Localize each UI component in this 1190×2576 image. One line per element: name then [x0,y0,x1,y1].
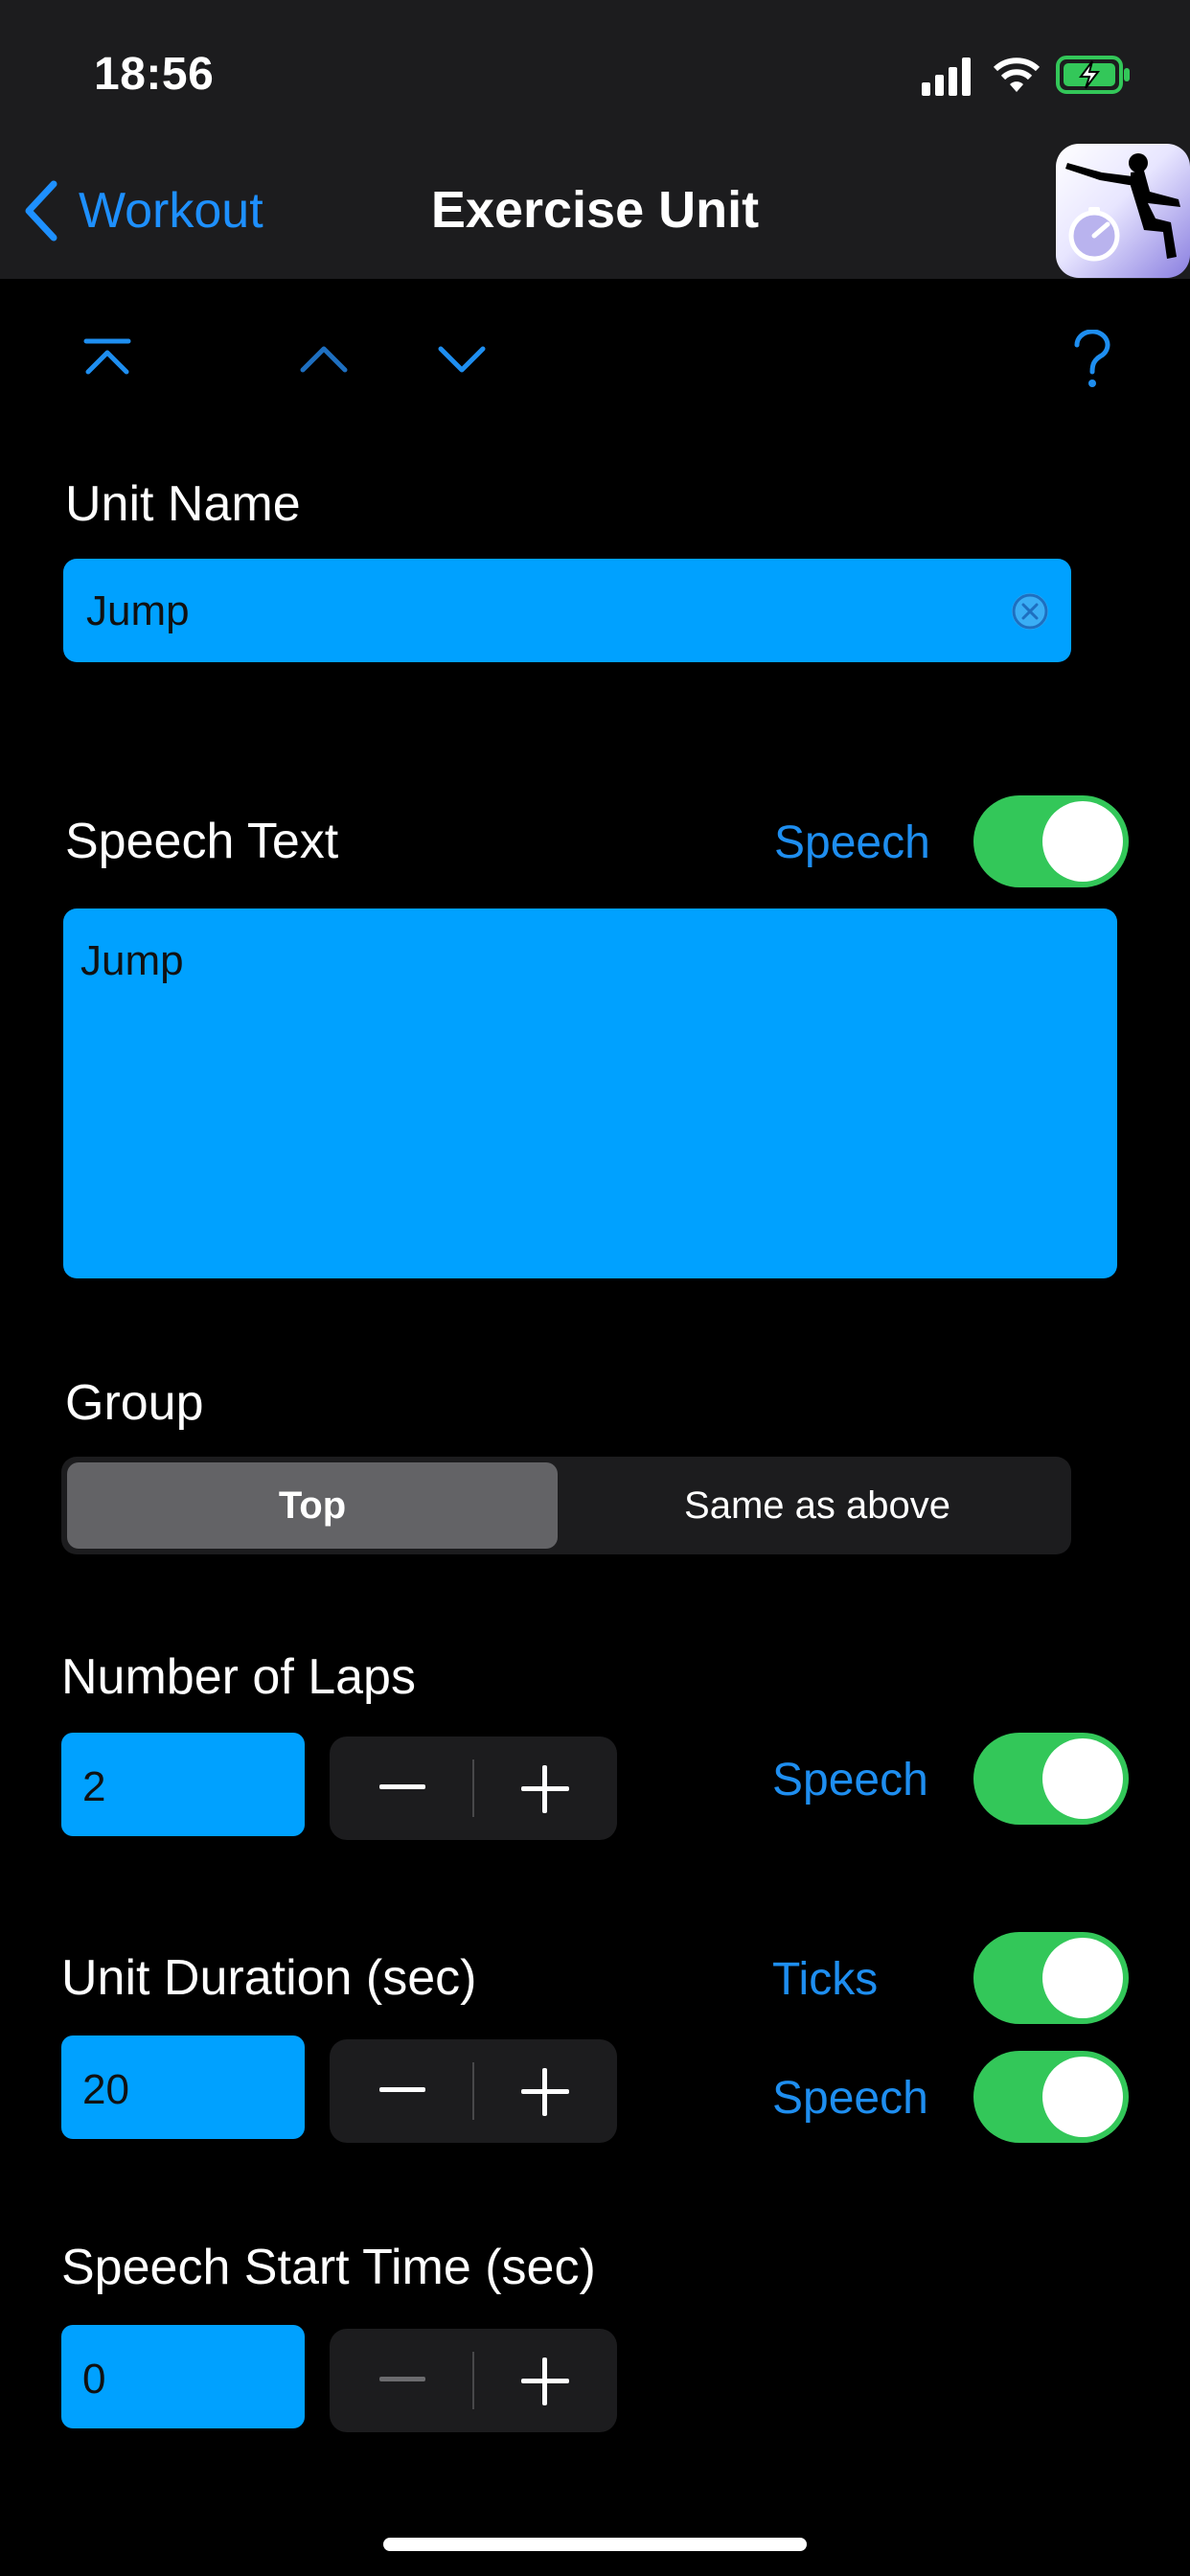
home-indicator[interactable] [383,2538,807,2551]
laps-label: Number of Laps [61,1649,416,1705]
speech-text-toggle[interactable] [973,795,1129,887]
wifi-icon [993,56,1041,99]
duration-value: 20 [82,2066,129,2113]
speech-start-stepper[interactable] [330,2329,617,2432]
minus-icon[interactable] [379,1784,425,1789]
chevron-down-icon [438,346,486,373]
laps-stepper[interactable] [330,1736,617,1840]
laps-value: 2 [82,1763,106,1810]
duration-label: Unit Duration (sec) [61,1950,477,2006]
unit-name-input[interactable]: Jump [63,559,1071,662]
speech-start-input[interactable]: 0 [61,2325,305,2428]
jump-to-top-button[interactable] [82,337,132,376]
stepper-divider [472,2352,474,2409]
app-icon [1056,144,1190,278]
speech-text-area[interactable]: Jump [63,908,1117,1278]
group-label: Group [65,1375,204,1431]
plus-icon[interactable] [521,2358,569,2405]
chevron-up-icon [300,346,348,373]
page-title: Exercise Unit [430,181,760,239]
unit-name-label: Unit Name [65,476,301,532]
jump-to-top-icon [83,338,131,375]
duration-speech-label: Speech [772,2073,928,2124]
signal-icon [922,58,975,101]
laps-speech-label: Speech [772,1755,928,1806]
speech-text-toggle-label: Speech [774,817,930,868]
segment-top[interactable]: Top [67,1462,558,1549]
help-icon [1074,330,1110,387]
laps-speech-toggle[interactable] [973,1733,1129,1825]
stepper-divider [472,1760,474,1817]
duration-stepper[interactable] [330,2039,617,2143]
minus-icon[interactable] [379,2377,425,2381]
stepper-divider [472,2062,474,2120]
battery-icon [1056,56,1133,99]
laps-input[interactable]: 2 [61,1733,305,1836]
group-segmented-control[interactable]: Top Same as above [61,1457,1071,1554]
unit-name-value: Jump [86,587,190,634]
move-down-button[interactable] [437,345,487,374]
status-time: 18:56 [94,49,215,100]
duration-input[interactable]: 20 [61,2036,305,2139]
clear-icon[interactable] [1010,591,1050,642]
move-up-button[interactable] [299,345,349,374]
speech-text-label: Speech Text [65,814,339,869]
help-button[interactable] [1071,330,1113,389]
duration-ticks-toggle[interactable] [973,1932,1129,2024]
plus-icon[interactable] [521,1765,569,1813]
duration-speech-toggle[interactable] [973,2051,1129,2143]
speech-start-label: Speech Start Time (sec) [61,2240,596,2295]
segment-same-as-above[interactable]: Same as above [569,1462,1065,1549]
plus-icon[interactable] [521,2068,569,2116]
minus-icon[interactable] [379,2087,425,2092]
speech-start-value: 0 [82,2356,106,2403]
duration-ticks-label: Ticks [772,1954,879,2005]
speech-text-value: Jump [80,937,184,984]
